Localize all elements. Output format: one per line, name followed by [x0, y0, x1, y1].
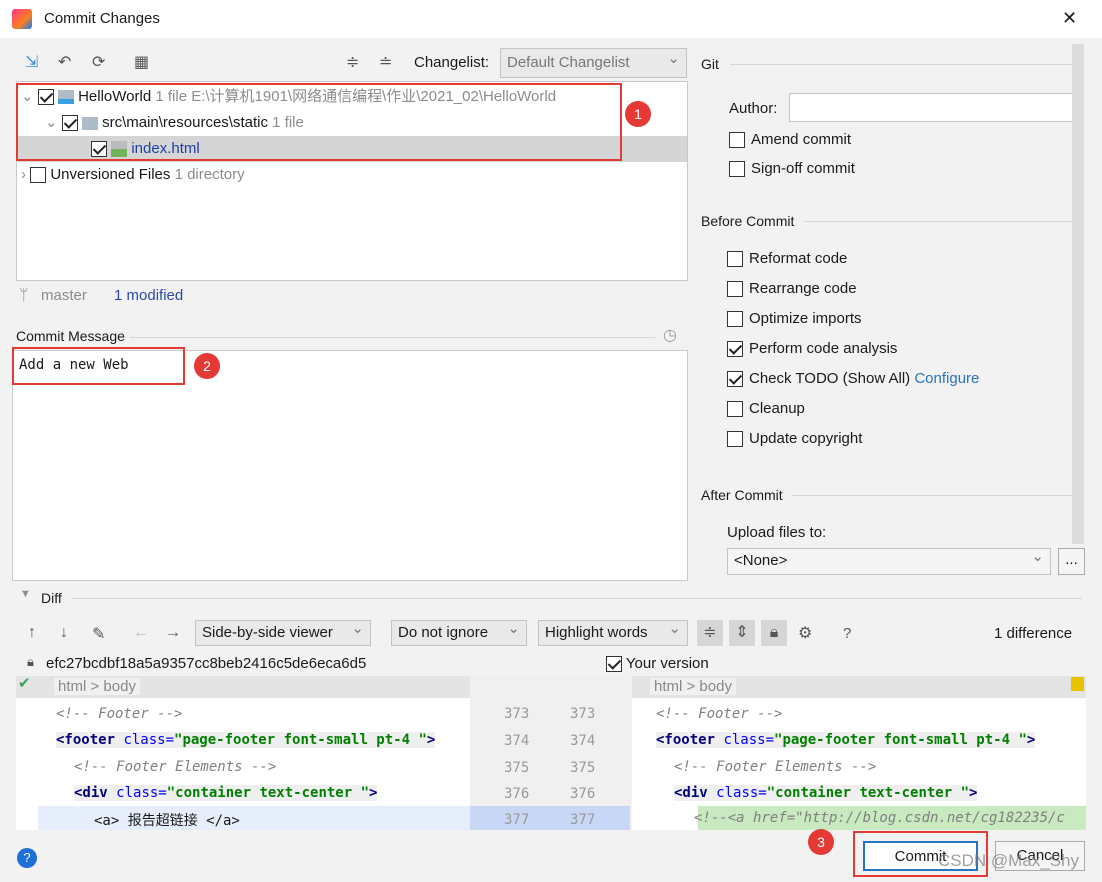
- upload-more-button[interactable]: ...: [1058, 548, 1085, 575]
- breadcrumb-right[interactable]: html > body: [650, 678, 736, 695]
- code-line: <!-- Footer -->: [56, 706, 183, 722]
- diff-gutter: 373 373 374 374 375 375 376 376 377 377: [470, 676, 630, 830]
- diff-marker-yellow: [1071, 677, 1084, 691]
- branch-icon: ᛘ: [19, 287, 29, 304]
- edit-source-icon[interactable]: ✎: [92, 624, 105, 644]
- checkbox[interactable]: [30, 167, 47, 184]
- check-todo-checkbox[interactable]: Check TODO (Show All) Configure: [727, 367, 979, 391]
- code-line: <footer class="page-footer font-small pt…: [656, 732, 1036, 748]
- sync-scroll-icon[interactable]: ⇕: [729, 620, 755, 646]
- annotation-box-1: [16, 83, 622, 161]
- rearrange-code-checkbox[interactable]: Rearrange code: [727, 277, 857, 301]
- modified-count[interactable]: 1 modified: [114, 287, 183, 304]
- amend-commit-checkbox[interactable]: Amend commit: [729, 128, 851, 152]
- difference-count: 1 difference: [994, 625, 1073, 642]
- collapse-unchanged-icon[interactable]: ≑: [697, 620, 723, 646]
- tree-item-unversioned[interactable]: › Unversioned Files 1 directory: [17, 162, 687, 188]
- history-clock-icon[interactable]: ◷: [663, 325, 677, 345]
- highlight-mode-dropdown[interactable]: Highlight words: [538, 617, 688, 646]
- revision-lock-icon: 🔒︎: [27, 654, 34, 669]
- collapse-all-icon[interactable]: ≐: [379, 52, 392, 72]
- annotation-badge-2: 2: [194, 353, 220, 379]
- refresh-icon[interactable]: ⟳: [92, 52, 105, 72]
- before-commit-title: Before Commit: [701, 213, 795, 229]
- ignore-whitespace-dropdown[interactable]: Do not ignore: [391, 617, 527, 646]
- expand-all-icon[interactable]: ≑: [346, 52, 359, 72]
- help-button[interactable]: ?: [17, 848, 37, 868]
- annotation-badge-1: 1: [625, 101, 651, 127]
- commit-message-label: Commit Message: [16, 328, 125, 344]
- forward-icon[interactable]: →: [165, 624, 181, 642]
- code-line-added: <!--<a href="http://blog.csdn.net/cg1822…: [694, 810, 1065, 826]
- code-line: <!-- Footer Elements -->: [74, 759, 277, 775]
- your-version-checkbox[interactable]: Your version: [606, 655, 709, 673]
- code-line: <footer class="page-footer font-small pt…: [56, 732, 436, 748]
- author-input[interactable]: [789, 93, 1082, 122]
- diff-help-icon[interactable]: ?: [843, 625, 851, 642]
- back-icon[interactable]: ←: [133, 624, 149, 642]
- reformat-code-checkbox[interactable]: Reformat code: [727, 247, 847, 271]
- upload-files-label: Upload files to:: [727, 524, 827, 541]
- configure-link[interactable]: Configure: [914, 370, 979, 387]
- check-icon: ✔: [18, 676, 31, 692]
- watermark: CSDN @Max_Shy: [938, 851, 1080, 870]
- annotation-badge-3: 3: [808, 829, 834, 855]
- lock-icon[interactable]: 🔒︎: [761, 620, 787, 646]
- left-revision-hash: efc27bcdbf18a5a9357cc8beb2416c5de6eca6d5: [46, 655, 367, 672]
- code-line: <div class="container text-center ">: [674, 785, 978, 801]
- settings-gear-icon[interactable]: ⚙: [798, 623, 812, 643]
- signoff-commit-checkbox[interactable]: Sign-off commit: [729, 157, 855, 181]
- app-logo-icon: [12, 9, 32, 29]
- author-label: Author:: [729, 100, 778, 117]
- update-copyright-checkbox[interactable]: Update copyright: [727, 427, 862, 451]
- diff-right-pane[interactable]: html > body <!-- Footer --> <footer clas…: [632, 676, 1086, 830]
- cleanup-checkbox[interactable]: Cleanup: [727, 397, 805, 421]
- prev-diff-icon[interactable]: ↑: [28, 624, 36, 642]
- changelist-dropdown[interactable]: Default Changelist: [500, 45, 687, 78]
- diff-left-pane[interactable]: html > body ✔ <!-- Footer --> <footer cl…: [16, 676, 470, 830]
- after-commit-title: After Commit: [701, 487, 783, 503]
- git-section-title: Git: [701, 56, 719, 72]
- next-diff-icon[interactable]: ↓: [60, 624, 68, 642]
- code-line: <!-- Footer -->: [656, 706, 783, 722]
- annotation-box-2: [12, 347, 185, 385]
- group-by-icon[interactable]: ▦: [134, 52, 149, 72]
- title-bar: Commit Changes ✕: [0, 0, 1102, 38]
- diff-section-title[interactable]: Diff: [41, 590, 62, 606]
- refresh-changes-icon[interactable]: ⇲: [25, 52, 38, 72]
- diff-collapse-icon[interactable]: ▼: [20, 588, 31, 600]
- close-button[interactable]: ✕: [1062, 8, 1077, 29]
- changelist-label: Changelist:: [414, 54, 490, 71]
- viewer-mode-dropdown[interactable]: Side-by-side viewer: [195, 617, 371, 646]
- optimize-imports-checkbox[interactable]: Optimize imports: [727, 307, 862, 331]
- branch-name[interactable]: master: [41, 287, 87, 304]
- breadcrumb-left[interactable]: html > body: [54, 678, 140, 695]
- rollback-icon[interactable]: ↶: [58, 52, 71, 72]
- right-scrollbar[interactable]: [1072, 44, 1084, 544]
- code-line: <div class="container text-center ">: [74, 785, 378, 801]
- window-title: Commit Changes: [44, 10, 160, 27]
- code-line-changed: <a> 报告超链接 </a>: [94, 813, 240, 829]
- code-line: <!-- Footer Elements -->: [674, 759, 877, 775]
- perform-code-analysis-checkbox[interactable]: Perform code analysis: [727, 337, 897, 361]
- upload-target-dropdown[interactable]: <None>: [727, 545, 1051, 575]
